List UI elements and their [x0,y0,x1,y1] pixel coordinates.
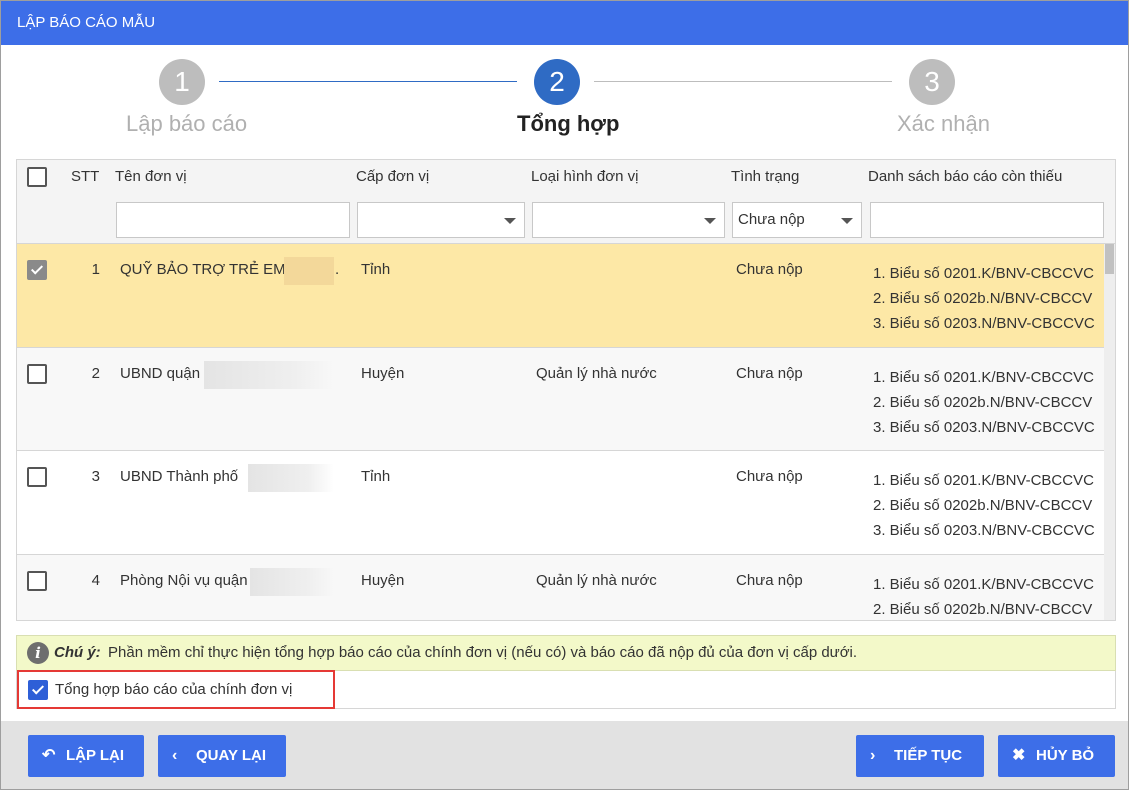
redacted-text [284,257,334,285]
report-item: 1. Biểu số 0201.K/BNV-CBCCVC [873,472,1094,489]
step-connector-1 [219,81,517,82]
back-button[interactable]: ‹ QUAY LẠI [158,735,286,777]
redacted-text [204,361,334,389]
filter-status-value: Chưa nộp [738,211,805,228]
step-2-label: Tổng hợp [517,111,620,136]
report-item: 3. Biểu số 0203.N/BNV-CBCCVC [873,315,1095,332]
row-checkbox[interactable] [27,467,47,487]
filter-unit-name-input[interactable] [116,202,350,238]
row-checkbox[interactable] [27,260,47,280]
report-dialog: LẬP BÁO CÁO MẪU 1 2 3 Lập báo cáo Tổng h… [0,0,1129,790]
note-text: Phần mềm chỉ thực hiện tổng hợp báo cáo … [108,644,858,661]
reset-button[interactable]: ↶ LẬP LẠI [28,735,144,777]
report-item: 2. Biểu số 0202b.N/BNV-CBCCV [873,394,1093,411]
row-stt: 3 [91,468,100,485]
report-item: 1. Biểu số 0201.K/BNV-CBCCVC [873,265,1094,282]
redacted-text [250,568,334,596]
col-unit-type[interactable]: Loại hình đơn vị [531,168,638,185]
report-item: 1. Biểu số 0201.K/BNV-CBCCVC [873,576,1094,593]
table-header: STT Tên đơn vị Cấp đơn vị Loại hình đơn … [17,160,1104,244]
row-unit-level: Huyện [361,365,405,382]
chevron-down-icon [504,218,516,224]
report-item: 2. Biểu số 0202b.N/BNV-CBCCV [873,290,1093,307]
row-unit-level: Tỉnh [361,468,391,485]
step-connector-2 [594,81,892,82]
step-2-circle: 2 [534,59,580,105]
filter-status-select[interactable]: Chưa nộp [732,202,862,238]
row-unit-name: UBND Thành phố [120,468,239,485]
report-item: 2. Biểu số 0202b.N/BNV-CBCCV [873,601,1093,618]
step-1-label: Lập báo cáo [126,111,248,136]
report-item: 3. Biểu số 0203.N/BNV-CBCCVC [873,522,1095,539]
cancel-button[interactable]: ✖ HỦY BỎ [998,735,1115,777]
row-checkbox[interactable] [27,571,47,591]
own-unit-checkbox[interactable] [28,680,48,700]
report-item: 3. Biểu số 0203.N/BNV-CBCCVC [873,419,1095,436]
row-unit-type: Quản lý nhà nước [536,365,657,382]
info-icon: i [27,642,49,664]
row-status: Chưa nộp [736,365,803,382]
wizard-stepper: 1 2 3 Lập báo cáo Tổng hợp Xác nhận [1,45,1128,145]
row-status: Chưa nộp [736,261,803,278]
filter-unit-level-select[interactable] [357,202,525,238]
back-button-label: QUAY LẠI [196,747,267,764]
row-status: Chưa nộp [736,572,803,589]
cancel-button-label: HỦY BỎ [1036,747,1095,764]
row-unit-name: QUỸ BẢO TRỢ TRẺ EM [120,261,286,278]
own-unit-option-row: Tổng hợp báo cáo của chính đơn vị [16,670,1116,709]
table-scrollbar[interactable] [1104,244,1115,620]
filter-unit-type-select[interactable] [532,202,725,238]
table-row[interactable]: 4 Phòng Nội vụ quận Huyện Quản lý nhà nư… [17,555,1104,620]
row-checkbox[interactable] [27,364,47,384]
report-item: 1. Biểu số 0201.K/BNV-CBCCVC [873,369,1094,386]
note-label: Chú ý: [54,644,101,661]
row-missing-reports: 1. Biểu số 0201.K/BNV-CBCCVC 2. Biểu số … [873,468,1104,543]
col-stt: STT [71,168,100,185]
col-unit-name[interactable]: Tên đơn vị [115,168,187,185]
units-table: STT Tên đơn vị Cấp đơn vị Loại hình đơn … [16,159,1116,621]
next-button-label: TIẾP TỤC [894,747,963,764]
select-all-checkbox[interactable] [27,167,47,187]
undo-arrow-icon: ↶ [42,747,56,764]
col-missing-reports[interactable]: Danh sách báo cáo còn thiếu [868,168,1062,185]
scrollbar-header-spacer [1104,160,1115,244]
col-status[interactable]: Tình trạng [731,168,799,185]
row-missing-reports: 1. Biểu số 0201.K/BNV-CBCCVC 2. Biểu số … [873,572,1104,620]
chevron-down-icon [704,218,716,224]
step-1-circle: 1 [159,59,205,105]
row-stt: 2 [91,365,100,382]
chevron-down-icon [841,218,853,224]
table-row[interactable]: 2 UBND quận Huyện Quản lý nhà nước Chưa … [17,348,1104,451]
col-unit-level[interactable]: Cấp đơn vị [356,168,429,185]
row-unit-level: Huyện [361,572,405,589]
chevron-left-icon: ‹ [172,747,178,764]
own-unit-option-label[interactable]: Tổng hợp báo cáo của chính đơn vị [55,681,292,698]
chevron-right-icon: › [870,747,876,764]
next-button[interactable]: › TIẾP TỤC [856,735,984,777]
dialog-title: LẬP BÁO CÁO MẪU [1,1,1128,45]
note-banner: i Chú ý: Phần mềm chỉ thực hiện tổng hợp… [16,635,1116,671]
row-unit-type: Quản lý nhà nước [536,572,657,589]
row-missing-reports: 1. Biểu số 0201.K/BNV-CBCCVC 2. Biểu số … [873,365,1104,440]
table-row[interactable]: 3 UBND Thành phố Tỉnh Chưa nộp 1. Biểu s… [17,451,1104,555]
report-item: 2. Biểu số 0202b.N/BNV-CBCCV [873,497,1093,514]
dialog-footer: ↶ LẬP LẠI ‹ QUAY LẠI › TIẾP TỤC ✖ HỦY BỎ [1,721,1128,789]
step-3-label: Xác nhận [897,111,990,136]
row-stt: 4 [91,572,100,589]
row-missing-reports: 1. Biểu số 0201.K/BNV-CBCCVC 2. Biểu số … [873,261,1104,336]
scrollbar-thumb[interactable] [1105,244,1114,274]
row-unit-name-suffix: . [335,261,340,278]
table-row[interactable]: 1 QUỸ BẢO TRỢ TRẺ EM . Tỉnh Chưa nộp 1. … [17,244,1104,348]
reset-button-label: LẬP LẠI [66,747,125,764]
step-3-circle: 3 [909,59,955,105]
filter-missing-reports-input[interactable] [870,202,1104,238]
redacted-text [248,464,334,492]
row-stt: 1 [91,261,100,278]
row-unit-level: Tỉnh [361,261,391,278]
row-unit-name: Phòng Nội vụ quận [120,572,248,589]
row-status: Chưa nộp [736,468,803,485]
close-icon: ✖ [1012,747,1026,764]
row-unit-name: UBND quận [120,365,201,382]
